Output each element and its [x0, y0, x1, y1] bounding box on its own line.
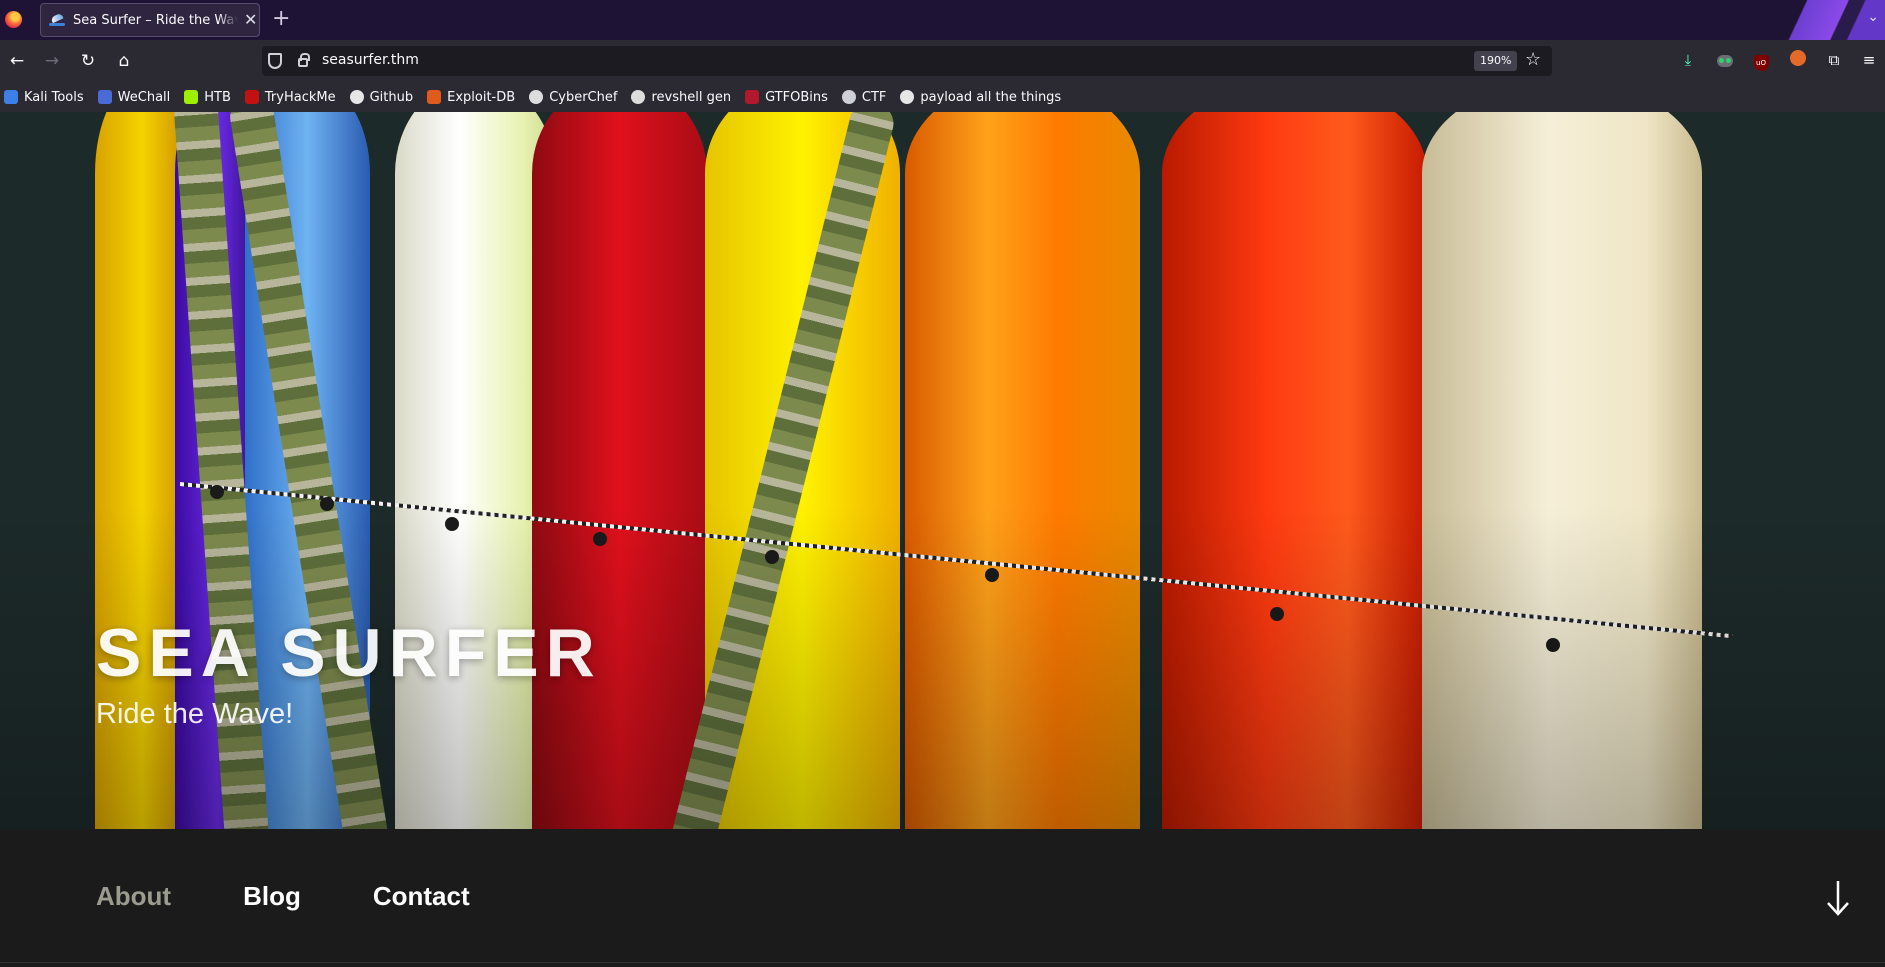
menu-link-blog[interactable]: Blog [243, 881, 301, 912]
url-text[interactable]: seasurfer.thm [322, 52, 419, 68]
bookmark-label: GTFOBins [765, 89, 828, 105]
bookmark-item[interactable]: GTFOBins [745, 90, 828, 105]
bookmark-label: CyberChef [549, 89, 618, 105]
menu-link-about[interactable]: About [96, 881, 171, 912]
bookmarks-toolbar: Kali Tools WeChall HTB TryHackMe Github Explo… [0, 82, 1885, 112]
hamburger-menu-icon[interactable]: ≡ [1859, 50, 1879, 70]
tryhackme-icon [244, 90, 259, 104]
ublock-origin-icon[interactable]: uO [1751, 50, 1771, 71]
home-icon[interactable]: ⌂ [112, 49, 136, 73]
bookmark-item[interactable]: CyberChef [529, 90, 617, 105]
github-icon [349, 90, 364, 104]
bookmark-label: revshell gen [651, 89, 732, 105]
bookmark-item[interactable]: revshell gen [631, 90, 731, 105]
navigation-toolbar: ← → ↻ ⌂ seasurfer.thm 190% ☆ ⤓ uO ⧉ ≡ [0, 40, 1885, 82]
skull-icon [631, 90, 646, 104]
bookmark-label: TryHackMe [264, 89, 336, 105]
wechall-icon [97, 90, 112, 104]
htb-icon [184, 90, 199, 104]
new-tab-button[interactable]: + [272, 6, 290, 32]
surfboard-favicon-icon [49, 13, 65, 27]
tab-title: Sea Surfer – Ride the Wave! [73, 12, 238, 28]
cyberchef-icon [529, 90, 544, 104]
site-navigation: About Blog Contact [0, 829, 1885, 967]
download-icon[interactable]: ⤓ [1678, 50, 1698, 70]
primary-menu: About Blog Contact [96, 881, 542, 912]
divider [0, 962, 1885, 963]
bookmark-item[interactable]: CTF [841, 89, 887, 105]
chevron-down-icon[interactable]: ⌄ [1867, 9, 1879, 25]
bookmark-item[interactable]: Github [349, 89, 414, 105]
bookmark-item[interactable]: payload all the things [900, 90, 1061, 105]
bookmark-item[interactable]: HTB [184, 90, 231, 105]
tracking-protection-shield-icon[interactable] [268, 53, 282, 69]
bookmark-item[interactable]: TryHackMe [244, 89, 336, 105]
bookmark-label: HTB [204, 89, 231, 105]
bookmark-label: Github [369, 89, 414, 105]
extensions-puzzle-icon[interactable]: ⧉ [1824, 50, 1844, 70]
reload-icon[interactable]: ↻ [76, 49, 100, 73]
site-title[interactable]: SEA SURFER [96, 614, 602, 692]
forward-arrow-icon[interactable]: → [40, 49, 64, 73]
exploitdb-icon [427, 90, 442, 104]
globe-icon [841, 90, 856, 104]
bookmark-label: payload all the things [920, 89, 1062, 105]
bookmark-label: CTF [861, 89, 887, 105]
bookmark-item[interactable]: Kali Tools [4, 90, 84, 105]
browser-tab-strip: Sea Surfer – Ride the Wave! ✕ + ⌄ [0, 0, 1885, 40]
gtfobins-icon [745, 90, 760, 104]
firefox-icon[interactable] [5, 11, 22, 28]
bookmark-item[interactable]: WeChall [97, 89, 171, 105]
browser-tab[interactable]: Sea Surfer – Ride the Wave! ✕ [40, 3, 260, 37]
kali-icon [4, 90, 18, 104]
burp-proxy-extension-icon[interactable] [1788, 50, 1808, 70]
bookmark-label: Kali Tools [24, 89, 84, 105]
bookmark-label: Exploit-DB [447, 89, 516, 105]
arrow-down-icon[interactable] [1826, 879, 1850, 917]
site-tagline: Ride the Wave! [96, 698, 294, 730]
github-icon [900, 90, 915, 104]
bookmark-label: WeChall [117, 89, 171, 105]
bookmark-item[interactable]: Exploit-DB [427, 90, 515, 105]
address-bar[interactable]: seasurfer.thm 190% ☆ [262, 46, 1552, 76]
close-icon[interactable]: ✕ [244, 12, 257, 28]
foxyproxy-extension-icon[interactable] [1715, 50, 1735, 70]
bookmark-star-icon[interactable]: ☆ [1525, 49, 1541, 70]
menu-link-contact[interactable]: Contact [373, 881, 470, 912]
zoom-level-badge[interactable]: 190% [1474, 51, 1518, 71]
back-arrow-icon[interactable]: ← [5, 49, 29, 73]
header-hero-image: SEA SURFER Ride the Wave! [0, 112, 1885, 829]
lock-icon[interactable] [298, 53, 310, 67]
